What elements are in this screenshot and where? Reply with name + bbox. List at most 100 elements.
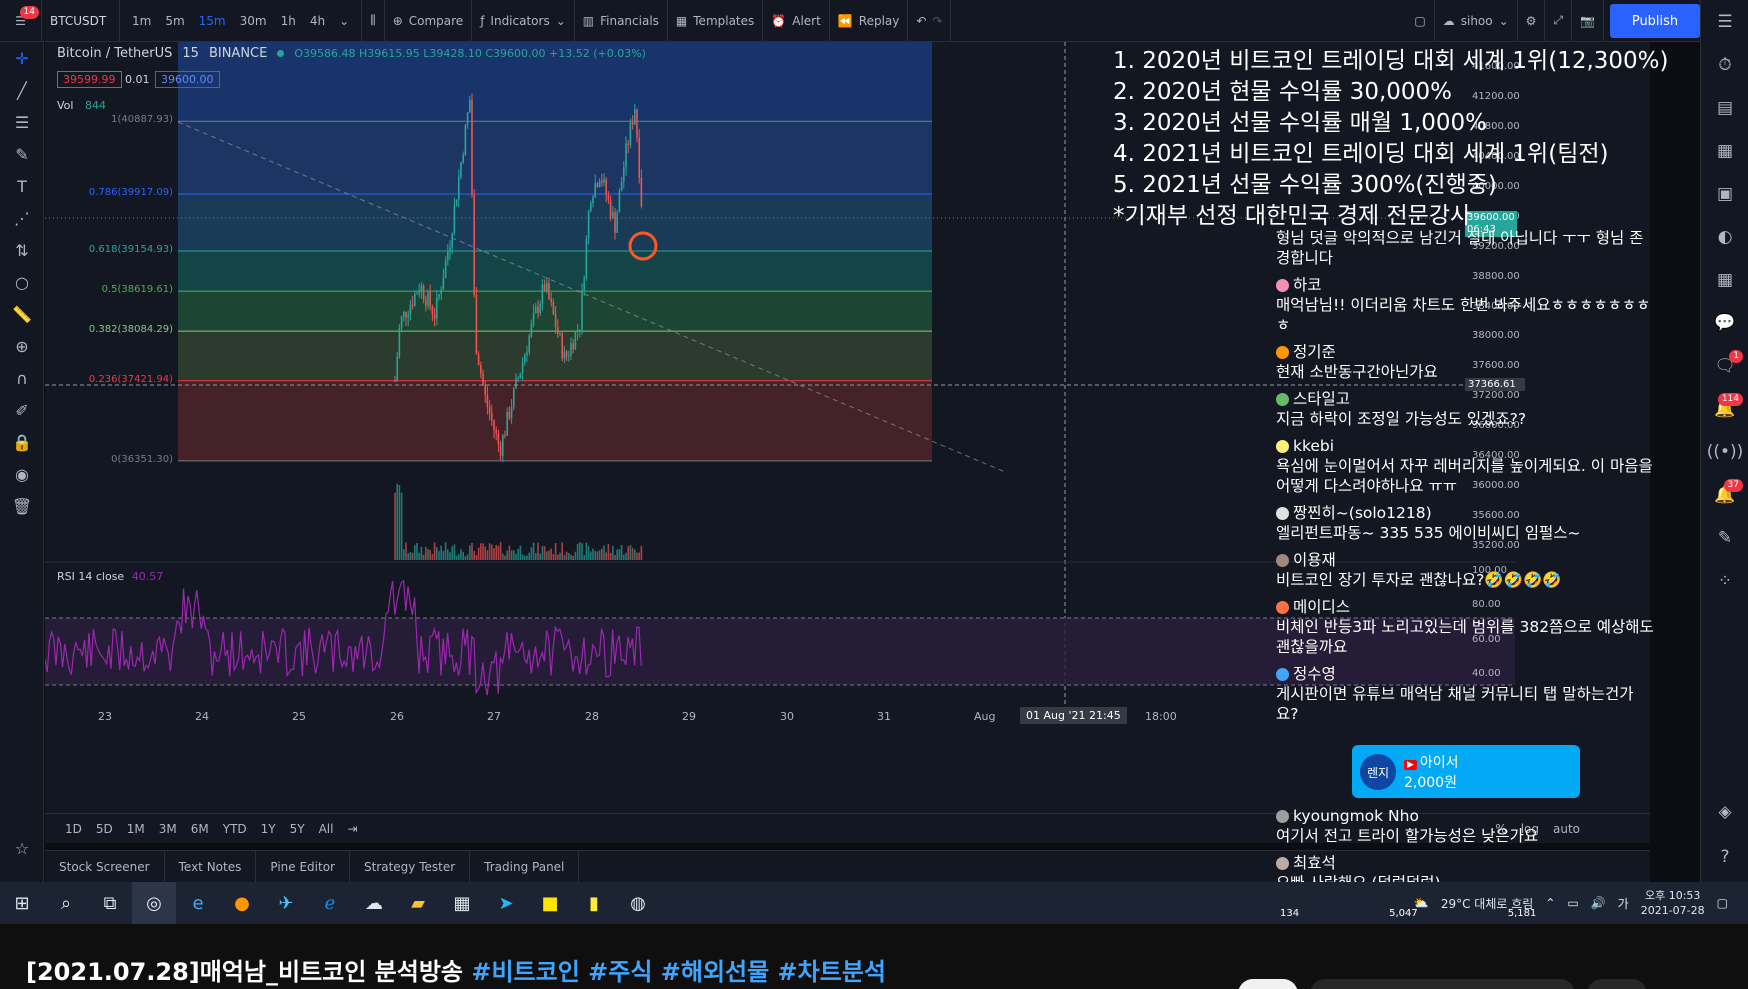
bird-app-icon[interactable]: ✈ (264, 882, 308, 924)
cloud-app-icon[interactable]: ☁ (352, 882, 396, 924)
search-icon[interactable]: ⌕ (44, 882, 88, 924)
volume-bar (631, 547, 634, 560)
layers-icon[interactable]: ◈ (1701, 790, 1748, 833)
volume-icon[interactable]: 🔊 (1591, 896, 1606, 910)
chevron-up-icon[interactable]: ⌃ (1545, 896, 1555, 910)
timeframe-15m[interactable]: 15m (195, 14, 230, 28)
chart-type-button[interactable]: ⫼ (362, 0, 385, 42)
trash-icon[interactable]: 🗑 (0, 490, 44, 522)
internet-explorer-icon[interactable]: ℯ (308, 882, 352, 924)
edge-icon[interactable]: e (176, 882, 220, 924)
alert-button[interactable]: ⏰ Alert (763, 0, 830, 42)
chat-icon[interactable]: 💬 (1701, 301, 1748, 344)
alerts-clock-icon[interactable]: ⏱ (1701, 43, 1748, 86)
goto-date-icon[interactable]: ⇥ (347, 822, 357, 836)
bid-price[interactable]: 39599.99 (57, 71, 122, 88)
range-5y[interactable]: 5Y (290, 822, 305, 836)
star-icon[interactable]: ☆ (0, 832, 44, 864)
tab-trading-panel[interactable]: Trading Panel (470, 850, 580, 883)
timeframe-1h[interactable]: 1h (277, 14, 300, 28)
candle-body (638, 137, 640, 178)
tab-text-notes[interactable]: Text Notes (165, 850, 257, 883)
windows-start-icon[interactable]: ⊞ (0, 882, 44, 924)
settings-button[interactable]: ⚙ (1518, 0, 1546, 42)
trend-line-icon[interactable]: ╱ (0, 74, 44, 106)
range-5d[interactable]: 5D (96, 822, 113, 836)
snapshot-button[interactable]: 📷 (1572, 0, 1604, 42)
calendar-grid-icon[interactable]: ▦ (1701, 258, 1748, 301)
filter-chip-1[interactable] (1238, 979, 1298, 989)
publish-button[interactable]: Publish (1610, 4, 1700, 38)
candle-body (416, 293, 418, 295)
notifications-icon[interactable]: 🔔 114 (1701, 387, 1748, 430)
filter-chip-3[interactable] (1587, 979, 1647, 989)
hotlist-icon[interactable]: ▦ (1701, 129, 1748, 172)
expand-button[interactable]: ⤢ (1545, 0, 1573, 42)
watchlist-icon[interactable]: ☰ (1701, 0, 1748, 43)
indicators-button[interactable]: ƒ Indicators ⌄ (472, 0, 575, 42)
timeframe-4h[interactable]: 4h (306, 14, 329, 28)
timeframe-1m[interactable]: 1m (128, 14, 155, 28)
clock[interactable]: 오후 10:53 2021-07-28 (1641, 888, 1705, 918)
candle-body (414, 293, 416, 306)
templates-button[interactable]: ▦ Templates (668, 0, 764, 42)
candle-body (438, 293, 440, 298)
compare-button[interactable]: ⊕ Compare (385, 0, 473, 42)
tab-stock-screener[interactable]: Stock Screener (45, 850, 165, 883)
video-title[interactable]: [2021.07.28]매억남_비트코인 분석방송 #비트코인 #주식 #해외선… (26, 952, 886, 987)
undo-redo[interactable]: ↶ ↷ (908, 0, 952, 42)
financials-button[interactable]: ▥ Financials (575, 0, 668, 42)
range-6m[interactable]: 6M (191, 822, 209, 836)
range-1d[interactable]: 1D (65, 822, 82, 836)
task-view-icon[interactable]: ⧉ (88, 882, 132, 924)
file-explorer-icon[interactable]: ▰ (396, 882, 440, 924)
tab-strategy-tester[interactable]: Strategy Tester (350, 850, 471, 883)
range-all[interactable]: All (319, 822, 334, 836)
redo-icon[interactable]: ↷ (932, 14, 942, 28)
ime-icon[interactable]: 가 (1618, 895, 1629, 912)
pencil-lock-icon[interactable]: ✐ (0, 394, 44, 426)
ideas-icon[interactable]: ◐ (1701, 215, 1748, 258)
dots-grid-icon[interactable]: ⁘ (1701, 559, 1748, 602)
stream-icon[interactable]: ((•)) (1701, 430, 1748, 473)
stream-counters: 134 5,047 5,181 (1280, 908, 1536, 919)
ask-price[interactable]: 39600.00 (155, 71, 220, 88)
obs-icon[interactable]: ◍ (616, 882, 660, 924)
brush-icon[interactable]: ✎ (0, 138, 44, 170)
tab-pine-editor[interactable]: Pine Editor (256, 850, 350, 883)
chrome-icon[interactable]: ◎ (132, 882, 176, 924)
timeframe-selector[interactable]: 1m 5m 15m 30m 1h 4h ⌄ (120, 0, 363, 42)
filter-chip-2[interactable] (1310, 979, 1575, 989)
calendar-icon[interactable]: ▣ (1701, 172, 1748, 215)
timeframe-30m[interactable]: 30m (236, 14, 271, 28)
network-icon[interactable]: ▭ (1567, 896, 1578, 910)
help-icon[interactable]: ? (1701, 835, 1748, 878)
layout-name-button[interactable]: ☁ sihoo ⌄ (1435, 0, 1518, 42)
pattern-icon[interactable]: ⋰ (0, 202, 44, 234)
chevron-down-icon[interactable]: ⌄ (335, 14, 353, 28)
time-tick-label: 27 (487, 710, 501, 723)
notification-center-icon[interactable]: ▢ (1717, 896, 1728, 910)
replay-button[interactable]: ⏪ Replay (830, 0, 909, 42)
undo-icon[interactable]: ↶ (916, 14, 926, 28)
range-3m[interactable]: 3M (159, 822, 177, 836)
video-hashtags[interactable]: #비트코인 #주식 #해외선물 #차트분석 (471, 958, 886, 986)
main-menu-button[interactable]: ☰ 14 (0, 0, 42, 42)
data-window-icon[interactable]: ▤ (1701, 86, 1748, 129)
calculator-icon[interactable]: ▦ (440, 882, 484, 924)
timeframe-5m[interactable]: 5m (161, 14, 188, 28)
firefox-icon[interactable]: ● (220, 882, 264, 924)
messages-icon[interactable]: 🗨 1 (1701, 344, 1748, 387)
crosshair-icon[interactable]: ✛ (0, 42, 44, 74)
kakaotalk-icon[interactable]: ■ (528, 882, 572, 924)
telegram-icon[interactable]: ➤ (484, 882, 528, 924)
range-ytd[interactable]: YTD (223, 822, 247, 836)
sticky-notes-icon[interactable]: ▮ (572, 882, 616, 924)
bell-icon[interactable]: 🔔 37 (1701, 473, 1748, 516)
volume-bar (579, 542, 581, 560)
range-1m[interactable]: 1M (127, 822, 145, 836)
range-1y[interactable]: 1Y (261, 822, 276, 836)
symbol-search[interactable]: BTCUSDT (42, 0, 120, 42)
fullscreen-toggle[interactable]: ▢ (1406, 0, 1435, 42)
pencil-icon[interactable]: ✎ (1701, 516, 1748, 559)
